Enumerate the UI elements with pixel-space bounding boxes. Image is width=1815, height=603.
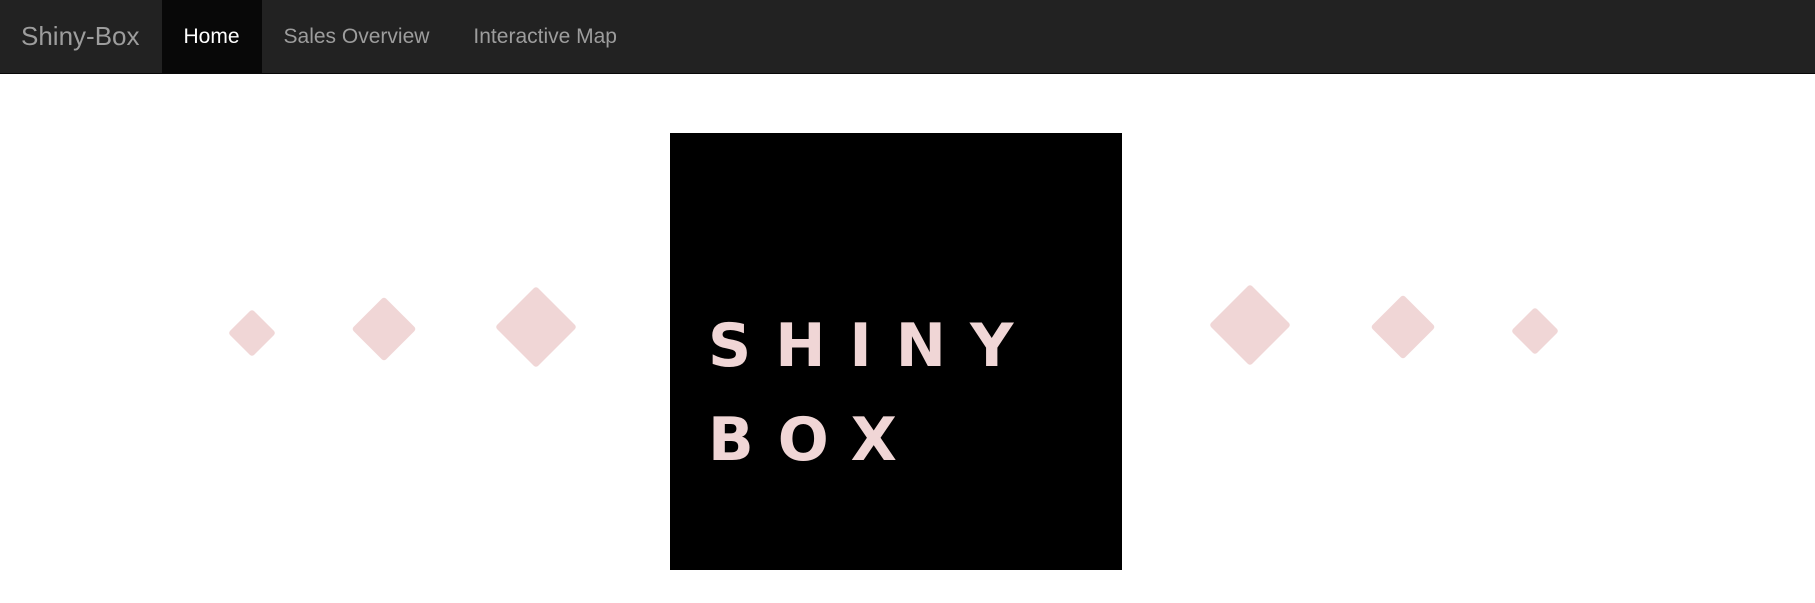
- brand-link[interactable]: Shiny-Box: [0, 0, 162, 73]
- nav-interactive-map[interactable]: Interactive Map: [451, 0, 639, 73]
- decorative-diamond-left-large: [494, 285, 578, 369]
- nav-home[interactable]: Home: [161, 0, 262, 73]
- hero-stage: SHINY BOX: [0, 74, 1815, 603]
- decorative-diamond-left-small: [227, 308, 277, 358]
- shiny-box-logo: SHINY BOX: [670, 133, 1122, 570]
- decorative-diamond-right-large: [1208, 283, 1292, 367]
- decorative-diamond-right-medium: [1370, 294, 1436, 360]
- logo-text-line-2: BOX: [708, 405, 921, 475]
- decorative-diamond-left-medium: [351, 296, 417, 362]
- nav-sales-overview[interactable]: Sales Overview: [262, 0, 452, 73]
- decorative-diamond-right-small: [1510, 306, 1560, 356]
- logo-text-line-1: SHINY: [708, 311, 1038, 381]
- top-navbar: Shiny-Box Home Sales Overview Interactiv…: [0, 0, 1815, 74]
